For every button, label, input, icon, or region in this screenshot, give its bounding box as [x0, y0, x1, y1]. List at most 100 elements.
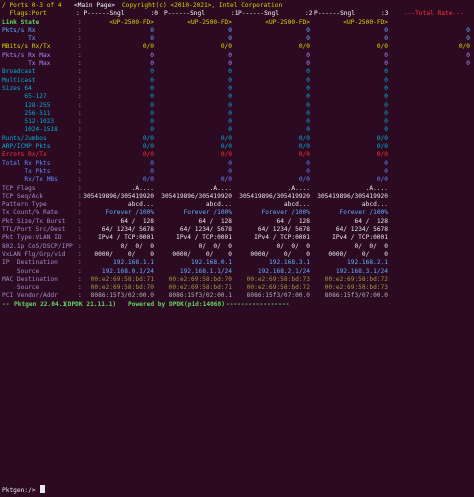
port-3-value: 64 / 128 [354, 217, 388, 225]
port-0-value: 0 [150, 93, 154, 101]
stats-row: 65-127:0 0 0 0 [2, 93, 472, 101]
port-0-value: 0 [150, 118, 154, 126]
column-header-line: Flags:Port : P------Sngl :0 P------Sngl … [2, 10, 472, 18]
main-page-label: <Main Page> [74, 2, 115, 9]
port-2-value: 0 [306, 101, 310, 109]
row-label: Tx [2, 35, 36, 43]
port-0-value: 192.168.0.1/24 [101, 267, 154, 275]
port-0-value: 0/0 [142, 43, 154, 51]
port-0-value: Forever /100% [105, 209, 154, 217]
port-0-value: 0/0 [142, 143, 154, 151]
port-2-value: .A.... [287, 184, 310, 192]
port-1-value: 8086:15f3/02:00.1 [168, 292, 232, 300]
port-2-value: 0 [306, 93, 310, 101]
port-2-value: IPv4 / TCP:0001 [254, 234, 310, 242]
row-label: VxLAN Flg/Grp/vid [2, 250, 66, 258]
stats-row: ARP/ICMP Pkts:0/0 0/0 0/0 0/0 [2, 143, 472, 151]
port-1-value: 0 [228, 159, 232, 167]
port-0-value: 8086:15f3/02:00.0 [90, 292, 154, 300]
port-0-value: 305419896/305419920 [83, 192, 154, 200]
stats-row: Pkt Size/Tx Burst:64 / 128 64 / 128 64 / 1… [2, 218, 472, 226]
port-1-value: 0 [228, 35, 232, 43]
port-1-value: 0 [228, 51, 232, 59]
row-label: MAC Destination [2, 275, 58, 283]
powered-by-text: Powered by DPDK [128, 300, 184, 308]
command-prompt[interactable]: Pktgen:/> [2, 485, 46, 495]
port-2-value: 0/0 [298, 151, 310, 159]
port-0-value: 0 [150, 167, 154, 175]
stats-row: Pkt Type:VLAN ID: IPv4 / TCP:0001 IPv4 / T… [2, 234, 472, 242]
row-label: 802.1p CoS/DSCP/IPP [2, 242, 73, 250]
port-1-value: <UP-2500-FD> [187, 18, 232, 26]
total-value: 0 [466, 60, 470, 68]
port-1-value: 0/0 [220, 143, 232, 151]
port-3-value: 00:e2:69:58:bd:72 [324, 275, 388, 283]
port-1-value: .A.... [209, 184, 232, 192]
port-2-value: 0/0 [298, 143, 310, 151]
port-0-value: .A.... [131, 184, 154, 192]
row-label: MBits/s Rx/Tx [2, 43, 51, 51]
port-0-value: IPv4 / TCP:0001 [98, 234, 154, 242]
port-2-value: 0/0 [298, 176, 310, 184]
port-3-value: 0 [384, 93, 388, 101]
port-3-value: IPv4 / TCP:0001 [332, 234, 388, 242]
port-3-value: 00:e2:69:58:bd:73 [324, 284, 388, 292]
stats-row: Pkts/s Rx:0 0 0 0 0 [2, 27, 472, 35]
total-value: 0 [466, 26, 470, 34]
port-2-value: 192.168.3.1 [269, 259, 310, 267]
port-3-header: P------Sngl :3 [314, 10, 389, 18]
port-3-value: <UP-2500-FD> [343, 18, 388, 26]
stats-row: Tx:0 0 0 0 0 [2, 35, 472, 43]
stats-row: VxLAN Flg/Grp/vid:0000/ 0/ 0 0000/ 0/ 0 00… [2, 251, 472, 259]
row-label: Total Rx Pkts [2, 159, 51, 167]
port-3-value: 8086:15f3/07:00.0 [324, 292, 388, 300]
port-2-value: 0 [306, 76, 310, 84]
port-3-value: 0/0 [376, 143, 388, 151]
port-0-value: 0 [150, 35, 154, 43]
port-3-value: Forever /100% [339, 209, 388, 217]
port-1-value: IPv4 / TCP:0001 [176, 234, 232, 242]
port-2-header: P------Sngl :2 [238, 10, 313, 18]
port-3-value: 0/0 [376, 176, 388, 184]
row-label: Rx/Tx MBs [2, 176, 58, 184]
port-0-value: 00:e2:69:58:bd:70 [90, 284, 154, 292]
port-2-value: <UP-2500-FD> [265, 18, 310, 26]
port-2-value: 0 [306, 60, 310, 68]
row-label: Pkts/s Rx Max [2, 51, 51, 59]
port-3-value: 192.168.2.1 [347, 259, 388, 267]
port-2-value: 192.168.2.1/24 [257, 267, 310, 275]
port-1-value: 0/0 [220, 151, 232, 159]
port-2-value: abcd... [283, 201, 310, 209]
port-0-value: 0 [150, 51, 154, 59]
port-0-value: 0 [150, 68, 154, 76]
total-value: 0 [466, 51, 470, 59]
stats-row: Tx Max:0 0 0 0 0 [2, 60, 472, 68]
row-label: Tx Count/% Rate [2, 209, 58, 217]
stats-row: Runts/Jumbos:0/0 0/0 0/0 0/0 [2, 135, 472, 143]
port-1-value: 0 [228, 26, 232, 34]
port-1-value: 0 [228, 68, 232, 76]
port-0-header: : P------Sngl :0 [76, 10, 158, 18]
port-2-value: 0 [306, 68, 310, 76]
port-2-value: Forever /100% [261, 209, 310, 217]
stats-table: Link State: <UP-2500-FD> <UP-2500-FD> <UP-2… [2, 19, 472, 301]
port-3-value: 0 [384, 167, 388, 175]
port-3-value: 0 [384, 84, 388, 92]
stats-row: IP Destination:192.168.1.1 192.168.0.1 192… [2, 259, 472, 267]
ports-range-label: / Ports 0-3 of 4 [2, 2, 62, 9]
port-2-value: 0/ 0/ 0 [276, 242, 310, 250]
port-1-value: 0000/ 0/ 0 [172, 250, 232, 258]
port-3-value: 0 [384, 118, 388, 126]
port-3-value: abcd... [361, 201, 388, 209]
stats-row: 512-1023:0 0 0 0 [2, 118, 472, 126]
port-0-value: 0000/ 0/ 0 [94, 250, 154, 258]
port-1-value: 64/ 1234/ 5678 [179, 226, 232, 234]
port-1-value: 192.168.1.1/24 [179, 267, 232, 275]
port-1-value: 0 [228, 60, 232, 68]
total-value: 0/0 [458, 43, 470, 51]
port-1-value: 0 [228, 76, 232, 84]
port-2-value: 8086:15f3/07:00.0 [246, 292, 310, 300]
port-0-value: 0 [150, 60, 154, 68]
row-label: Pattern Type [2, 201, 47, 209]
port-1-value: 0 [228, 101, 232, 109]
